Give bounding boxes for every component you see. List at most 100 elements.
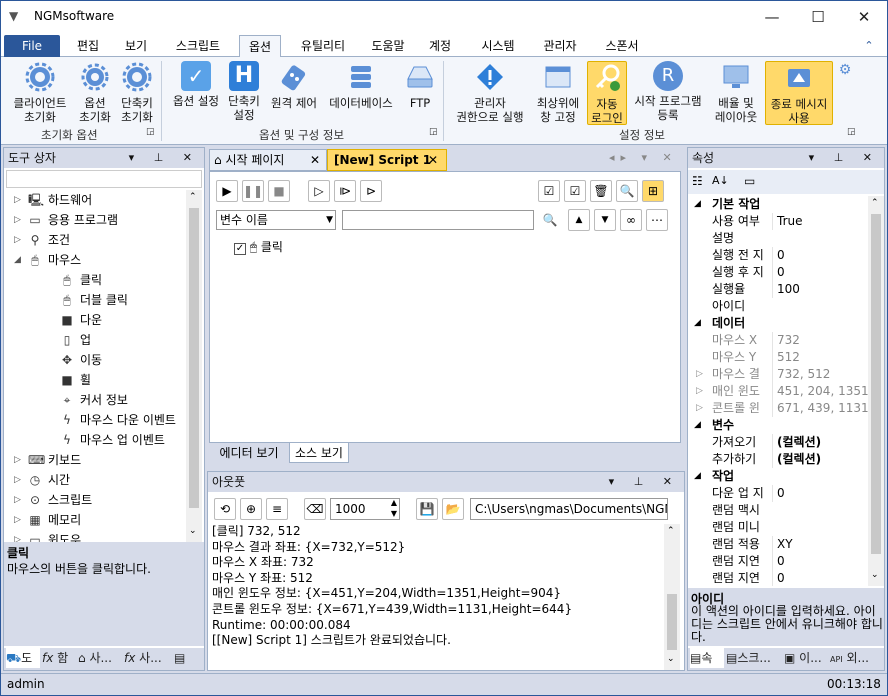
- stepper-arrows-icon[interactable]: ▲ ▼: [391, 497, 397, 519]
- settings-gear-icon[interactable]: ⚙: [835, 63, 855, 77]
- tab-scripts[interactable]: ▤스크...: [726, 648, 782, 668]
- play-selected-icon[interactable]: ⊳: [360, 180, 382, 202]
- panel-controls[interactable]: ▾ ⊥ ✕: [129, 148, 200, 168]
- list-icon[interactable]: ≡: [266, 498, 288, 520]
- reset-options-button[interactable]: 옵션 초기화: [75, 61, 115, 124]
- tab-functions[interactable]: fx 함: [42, 648, 76, 668]
- property-value[interactable]: 0: [772, 570, 868, 586]
- stop-icon[interactable]: ■: [268, 180, 290, 202]
- property-row[interactable]: 다운 업 지 0: [688, 485, 868, 502]
- scroll-up-icon[interactable]: ⌃: [667, 526, 675, 536]
- tab-script[interactable]: 스크립트: [169, 35, 227, 57]
- property-row[interactable]: 실행 후 지 0: [688, 264, 868, 281]
- scroll-up-icon[interactable]: ⌃: [189, 192, 197, 202]
- tab-user-functions[interactable]: fx 사...: [124, 648, 172, 668]
- reset-shortcuts-button[interactable]: 단축키 초기화: [117, 61, 157, 124]
- property-row[interactable]: 추가하기 (컬렉션): [688, 451, 868, 468]
- property-value[interactable]: 732: [772, 332, 868, 349]
- categorize-icon[interactable]: ☷: [692, 174, 703, 188]
- search-icon[interactable]: 🔍: [540, 210, 560, 230]
- expand-icon[interactable]: ▷: [14, 470, 24, 490]
- loop-icon[interactable]: ∞: [620, 209, 642, 231]
- tab-script-1[interactable]: [New] Script 1 ✕: [327, 149, 447, 171]
- scroll-thumb[interactable]: [189, 208, 199, 508]
- reset-client-button[interactable]: 클라이언트 초기화: [7, 61, 73, 124]
- property-value[interactable]: 0: [772, 485, 868, 502]
- property-row[interactable]: 랜덤 맥시: [688, 502, 868, 519]
- move-down-icon[interactable]: ▼: [594, 209, 616, 231]
- play-icon[interactable]: ▶: [216, 180, 238, 202]
- exit-message-button[interactable]: 종료 메시지 사용: [765, 61, 833, 125]
- always-on-top-button[interactable]: 최상위에 창 고정: [531, 61, 585, 124]
- script-node-click[interactable]: ✓ 🖱 클릭: [234, 238, 283, 255]
- option-settings-button[interactable]: ✓ 옵션 설정: [167, 61, 225, 108]
- check-icon[interactable]: ☑: [564, 180, 586, 202]
- run-as-admin-button[interactable]: 관리자 권한으로 실행: [449, 61, 531, 124]
- tab-notes[interactable]: ▤: [174, 648, 202, 668]
- expand-icon[interactable]: ▷: [14, 530, 24, 542]
- property-value[interactable]: (컬렉션): [772, 434, 868, 451]
- property-row[interactable]: ▷ 매인 윈도 451, 204, 1351, 904: [688, 383, 868, 400]
- clear-output-icon[interactable]: ⟲: [214, 498, 236, 520]
- close-button[interactable]: ✕: [841, 1, 887, 33]
- tab-account[interactable]: 계정: [425, 35, 455, 57]
- property-row[interactable]: 실행율 100: [688, 281, 868, 298]
- ftp-button[interactable]: FTP: [401, 61, 439, 110]
- tab-external[interactable]: API 외...: [830, 648, 882, 668]
- expand-icon[interactable]: ◢: [14, 250, 24, 270]
- remote-control-button[interactable]: 원격 제어: [267, 61, 321, 110]
- tab-options[interactable]: 옵션: [239, 35, 281, 58]
- scroll-down-icon[interactable]: ⌄: [189, 526, 197, 536]
- property-row[interactable]: 랜덤 미니: [688, 519, 868, 536]
- toolbox-scrollbar[interactable]: ⌃ ⌄: [186, 190, 202, 542]
- delete-icon[interactable]: 🗑: [590, 180, 612, 202]
- output-scrollbar[interactable]: ⌃ ⌄: [664, 524, 680, 670]
- property-value[interactable]: 100: [772, 281, 868, 298]
- property-row[interactable]: 아이디: [688, 298, 868, 315]
- eraser-icon[interactable]: ⌫: [304, 498, 326, 520]
- panel-controls[interactable]: ▾ ⊥ ✕: [809, 148, 880, 168]
- dialog-launcher-icon[interactable]: ◲: [847, 127, 856, 137]
- tab-editor-view[interactable]: 에디터 보기: [209, 443, 289, 463]
- property-category[interactable]: ◢ 기본 작업: [688, 196, 868, 213]
- tab-toolbox[interactable]: ⛟도: [6, 648, 40, 668]
- expand-icon[interactable]: ▷: [696, 383, 703, 400]
- expand-icon[interactable]: ▷: [14, 510, 24, 530]
- tab-nav-icons[interactable]: ◂▸ ▾ ✕: [609, 151, 678, 164]
- interval-stepper[interactable]: 1000 ▲ ▼: [330, 498, 400, 520]
- property-row[interactable]: 가져오기 (컬렉션): [688, 434, 868, 451]
- property-value[interactable]: 0: [772, 264, 868, 281]
- property-row[interactable]: 랜덤 지연 0: [688, 553, 868, 570]
- tab-view[interactable]: 보기: [121, 35, 151, 57]
- property-row[interactable]: ▷ 마우스 결 732, 512: [688, 366, 868, 383]
- tab-system[interactable]: 시스템: [475, 35, 521, 57]
- property-value[interactable]: 0: [772, 553, 868, 570]
- tab-edit[interactable]: 편집: [73, 35, 103, 57]
- property-value[interactable]: True: [772, 213, 868, 230]
- tab-close-icon[interactable]: ✕: [428, 150, 438, 170]
- tab-close-icon[interactable]: ✕: [310, 150, 320, 170]
- expand-icon[interactable]: ▷: [14, 190, 24, 210]
- tree-view-icon[interactable]: ⊞: [642, 180, 664, 202]
- property-value[interactable]: 451, 204, 1351, 904: [772, 383, 868, 400]
- panel-controls[interactable]: ▾ ⊥ ✕: [609, 472, 680, 492]
- shortcut-settings-button[interactable]: H 단축키 설정: [223, 61, 265, 122]
- dialog-launcher-icon[interactable]: ◲: [146, 127, 155, 137]
- maximize-button[interactable]: ☐: [795, 1, 841, 33]
- expand-icon[interactable]: ▷: [696, 366, 703, 383]
- move-up-icon[interactable]: ▲: [568, 209, 590, 231]
- properties-scrollbar[interactable]: ⌃ ⌄: [868, 196, 884, 586]
- property-category[interactable]: ◢ 데이터: [688, 315, 868, 332]
- tab-source-view[interactable]: 소스 보기: [289, 443, 349, 463]
- scroll-down-icon[interactable]: ⌄: [667, 654, 675, 664]
- scroll-down-icon[interactable]: ⌄: [871, 570, 879, 580]
- property-value[interactable]: XY: [772, 536, 868, 553]
- tab-user-actions[interactable]: ⌂ 사...: [78, 648, 122, 668]
- checkbox-icon[interactable]: ✓: [234, 243, 246, 255]
- scroll-up-icon[interactable]: ⌃: [871, 198, 879, 208]
- tab-admin[interactable]: 관리자: [537, 35, 583, 57]
- property-category[interactable]: ◢ 작업: [688, 468, 868, 485]
- check-all-icon[interactable]: ☑: [538, 180, 560, 202]
- collapse-icon[interactable]: ◢: [694, 196, 701, 213]
- collapse-icon[interactable]: ◢: [694, 468, 701, 485]
